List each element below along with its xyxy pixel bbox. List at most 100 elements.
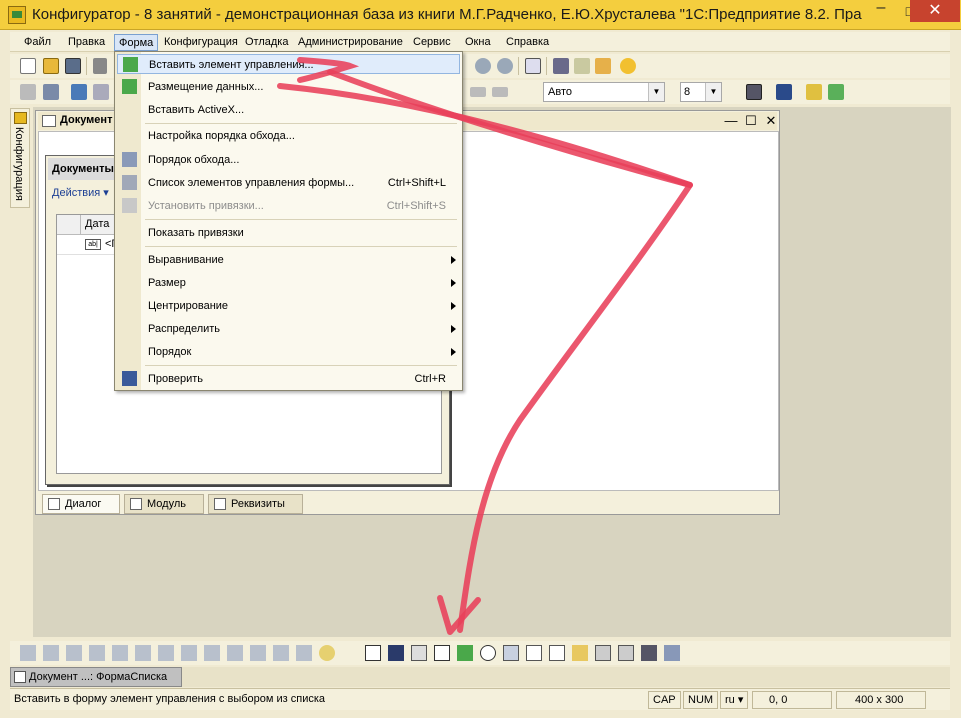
align-centers-icon[interactable]	[43, 645, 59, 661]
menu-item-place-data[interactable]: Размещение данных...	[117, 77, 460, 97]
redo-icon[interactable]	[497, 58, 513, 74]
tab-module[interactable]: Модуль	[124, 494, 204, 514]
run-icon[interactable]	[776, 84, 792, 100]
table-control-icon[interactable]	[411, 645, 427, 661]
dialog-icon	[48, 498, 60, 510]
check-form-icon	[122, 371, 137, 386]
control-list-icon	[122, 175, 137, 190]
list-control-icon[interactable]	[503, 645, 519, 661]
bold-icon[interactable]	[746, 84, 762, 100]
menu-help[interactable]: Справка	[502, 34, 553, 51]
align-top-icon[interactable]	[89, 645, 105, 661]
menu-item-tab-order-settings[interactable]: Настройка порядка обхода...	[117, 126, 460, 146]
menu-item-tab-order[interactable]: Порядок обхода...	[117, 150, 460, 170]
menu-item-centering[interactable]: Центрирование	[117, 296, 460, 316]
align-right-edges-icon[interactable]	[66, 645, 82, 661]
menu-item-label: Центрирование	[148, 300, 229, 312]
menu-item-insert-control[interactable]: Вставить элемент управления...	[117, 54, 460, 74]
menu-edit[interactable]: Правка	[64, 34, 109, 51]
menu-item-check[interactable]: Проверить Ctrl+R	[117, 369, 460, 389]
menu-item-size[interactable]: Размер	[117, 273, 460, 293]
menu-item-insert-activex[interactable]: Вставить ActiveX...	[117, 100, 460, 120]
open-icon[interactable]	[43, 58, 59, 74]
table-corner	[57, 215, 81, 235]
calendar-control-icon[interactable]	[618, 645, 634, 661]
same-width-icon[interactable]	[158, 645, 174, 661]
menu-item-distribute[interactable]: Распределить	[117, 319, 460, 339]
document-title: Документ	[60, 114, 113, 126]
menu-item-show-bindings[interactable]: Показать привязки	[117, 223, 460, 243]
font-name-combo[interactable]: Авто ▼	[543, 82, 665, 102]
text-document-control-icon[interactable]	[664, 645, 680, 661]
text-field-control-icon[interactable]	[434, 645, 450, 661]
distribute-horizontal-icon[interactable]	[250, 645, 266, 661]
menu-administration[interactable]: Администрирование	[294, 34, 407, 51]
same-height-icon[interactable]	[181, 645, 197, 661]
actions-menu[interactable]: Действия ▾	[52, 186, 109, 199]
align-bottom-icon[interactable]	[135, 645, 151, 661]
wizard-icon[interactable]	[806, 84, 822, 100]
chevron-down-icon[interactable]: ▼	[705, 83, 721, 101]
module-icon[interactable]	[93, 84, 109, 100]
menu-windows[interactable]: Окна	[461, 34, 495, 51]
panel-control-icon[interactable]	[595, 645, 611, 661]
submenu-arrow-icon	[451, 256, 456, 264]
menu-configuration[interactable]: Конфигурация	[160, 34, 242, 51]
doc-maximize-button[interactable]: ☐	[742, 112, 760, 130]
menu-service[interactable]: Сервис	[409, 34, 455, 51]
menu-form[interactable]: Форма	[114, 34, 159, 51]
checkbox-control-icon[interactable]	[457, 645, 473, 661]
menu-separator	[145, 219, 457, 220]
doc-minimize-button[interactable]: —	[722, 112, 740, 130]
font-size-combo[interactable]: 8 ▼	[680, 82, 722, 102]
frame-control-icon[interactable]	[549, 645, 565, 661]
center-vertical-icon[interactable]	[227, 645, 243, 661]
window-tab-form-list[interactable]: Документ ...: ФормаСписка	[10, 667, 182, 687]
menu-item-label: Показать привязки	[148, 227, 244, 239]
splitter-control-icon[interactable]	[641, 645, 657, 661]
hint-icon[interactable]	[319, 645, 335, 661]
close-button[interactable]: ✕	[910, 0, 960, 22]
user-icon[interactable]	[553, 58, 569, 74]
label-control-icon[interactable]	[388, 645, 404, 661]
search-icon[interactable]	[574, 58, 590, 74]
combobox-control-icon[interactable]	[526, 645, 542, 661]
form-menu-dropdown: Вставить элемент управления... Размещени…	[114, 51, 463, 391]
undo-icon[interactable]	[475, 58, 491, 74]
new-icon[interactable]	[20, 58, 36, 74]
module-icon	[130, 498, 142, 510]
align-center-icon[interactable]	[492, 87, 508, 97]
add-element-icon[interactable]	[828, 84, 844, 100]
center-icon[interactable]	[296, 645, 312, 661]
tab-dialog[interactable]: Диалог	[42, 494, 120, 514]
minimize-button[interactable]: –	[866, 0, 896, 22]
syntax-helper-icon[interactable]	[595, 58, 611, 74]
menu-item-control-list[interactable]: Список элементов управления формы... Ctr…	[117, 173, 460, 193]
radio-control-icon[interactable]	[480, 645, 496, 661]
distribute-vertical-icon[interactable]	[273, 645, 289, 661]
align-middle-icon[interactable]	[112, 645, 128, 661]
center-horizontal-icon[interactable]	[204, 645, 220, 661]
language-indicator[interactable]: ru ▾	[720, 691, 749, 709]
align-left-icon[interactable]	[470, 87, 486, 97]
database-icon[interactable]	[71, 84, 87, 100]
configuration-side-tab[interactable]: Конфигурация	[10, 108, 30, 208]
button-control-icon[interactable]	[365, 645, 381, 661]
column-date[interactable]: Дата	[85, 218, 109, 230]
cut-icon[interactable]	[93, 58, 107, 74]
chevron-down-icon[interactable]: ▼	[648, 83, 664, 101]
tab-attributes[interactable]: Реквизиты	[208, 494, 303, 514]
properties-icon[interactable]	[20, 84, 36, 100]
menu-file[interactable]: Файл	[20, 34, 55, 51]
tree-icon[interactable]	[43, 84, 59, 100]
menu-item-alignment[interactable]: Выравнивание	[117, 250, 460, 270]
menu-item-label: Настройка порядка обхода...	[148, 130, 295, 142]
info-icon[interactable]	[620, 58, 636, 74]
doc-close-button[interactable]: ✕	[762, 112, 780, 130]
align-left-edges-icon[interactable]	[20, 645, 36, 661]
picture-control-icon[interactable]	[572, 645, 588, 661]
menu-debug[interactable]: Отладка	[241, 34, 292, 51]
windows-icon[interactable]	[525, 58, 541, 74]
save-icon[interactable]	[65, 58, 81, 74]
menu-item-order[interactable]: Порядок	[117, 342, 460, 362]
